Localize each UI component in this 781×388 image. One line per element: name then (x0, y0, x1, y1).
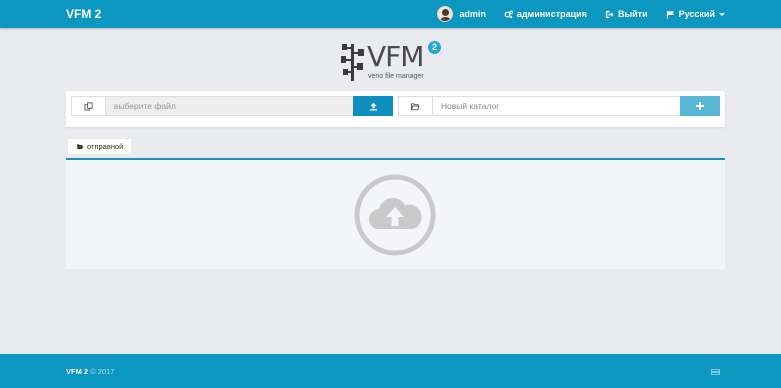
plus-icon (696, 102, 705, 110)
breadcrumb-label: отправной (87, 142, 124, 151)
create-folder-button[interactable] (680, 96, 720, 116)
app-brand[interactable]: VFM 2 (66, 7, 101, 21)
footer-brand[interactable]: VFM 2 (66, 367, 88, 376)
logo-tree-icon (341, 44, 364, 81)
user-avatar (437, 6, 454, 22)
upload-button[interactable] (353, 96, 393, 116)
cogs-icon (504, 9, 513, 18)
logout-icon (605, 10, 614, 18)
select-files-button[interactable] (72, 97, 106, 115)
folder-open-icon (411, 102, 421, 110)
vfm-logo: VFM 2 veno file manager (340, 40, 445, 82)
upload-file-input[interactable]: выберите файл (105, 97, 354, 115)
upload-icon (369, 102, 377, 110)
copy-files-icon (84, 101, 93, 111)
chevron-down-icon (719, 12, 725, 16)
new-folder-input[interactable]: Новый каталог (433, 97, 680, 115)
cloud-upload-icon (354, 174, 436, 256)
admin-label: администрация (516, 9, 587, 19)
breadcrumb-home[interactable]: отправной (68, 139, 132, 154)
logo-subtitle: veno file manager (368, 73, 424, 80)
logout-label: Выйти (617, 9, 648, 19)
top-navbar: VFM 2 admin администрация Выйти Русский (0, 0, 781, 28)
logo-version-badge: 2 (428, 41, 441, 54)
navbar-menu: admin администрация Выйти Русский (419, 0, 725, 28)
user-name: admin (459, 9, 486, 19)
toolbar-panel: выберите файл Новый каталог (66, 91, 725, 127)
footer-credits: VFM 2 © 2017 (66, 367, 114, 376)
flag-icon (666, 10, 674, 19)
admin-link[interactable]: администрация (504, 9, 587, 19)
user-menu[interactable]: admin (437, 6, 486, 22)
upload-group: выберите файл (71, 96, 393, 116)
language-label: Русский (678, 9, 715, 19)
logout-link[interactable]: Выйти (605, 9, 648, 19)
logo-text: VFM (367, 40, 424, 73)
upload-drop-zone[interactable] (66, 158, 725, 269)
new-folder-group: Новый каталог (398, 96, 720, 116)
footer: VFM 2 © 2017 (0, 354, 781, 388)
folder-addon (399, 97, 433, 115)
folder-open-icon (76, 144, 84, 149)
language-dropdown[interactable]: Русский (666, 9, 725, 19)
footer-year: © 2017 (90, 367, 115, 376)
server-icon[interactable] (711, 369, 720, 375)
